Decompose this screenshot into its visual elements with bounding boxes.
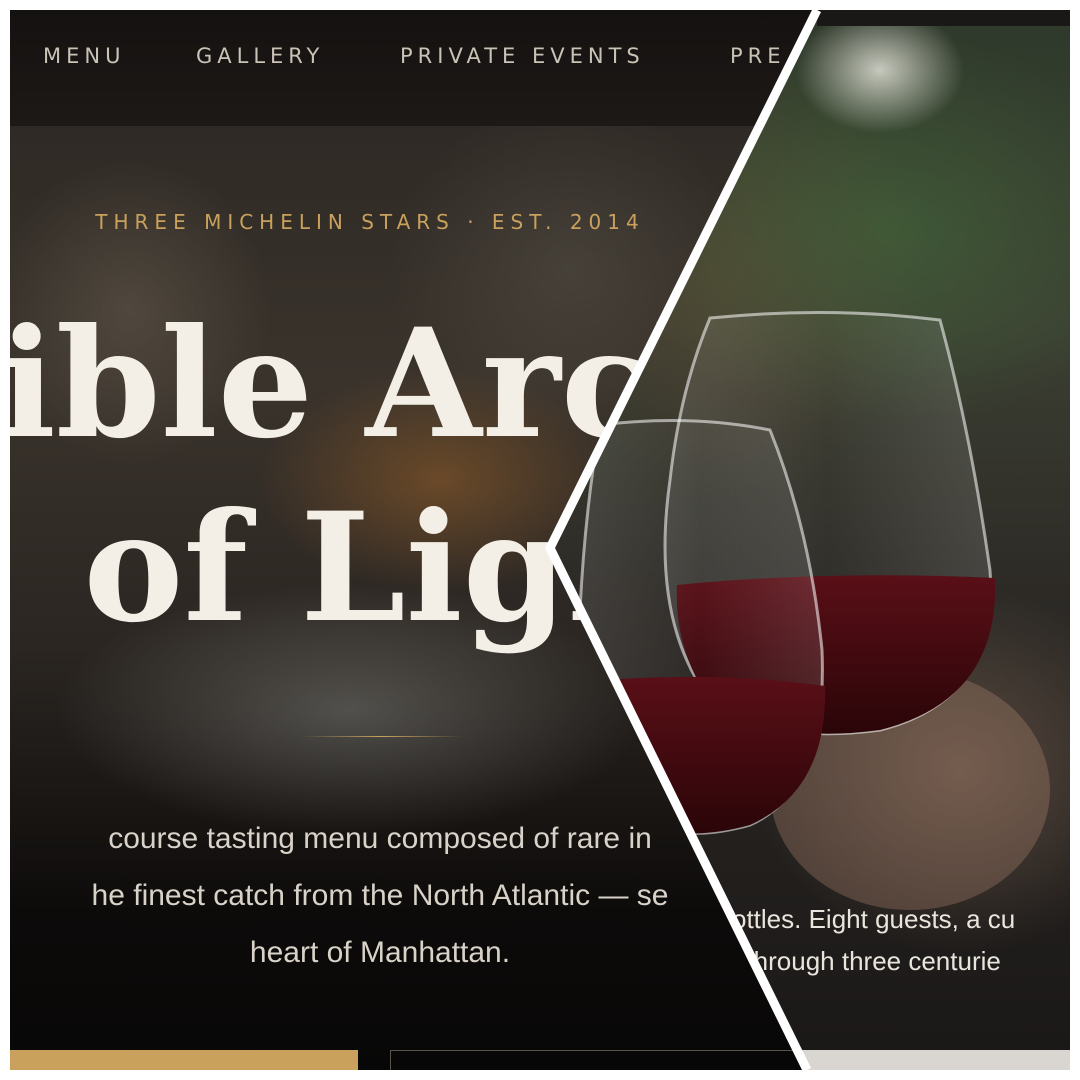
nav-item-private-events[interactable]: PRIVATE EVENTS: [400, 44, 645, 68]
description-line: heart of Manhattan.: [249, 936, 511, 969]
wine-description-line: t through three centurie: [732, 946, 1001, 976]
wine-description: ottles. Eight guests, a cu t through thr…: [732, 898, 1070, 982]
wine-description-line: ottles. Eight guests, a cu: [732, 904, 1016, 934]
wine-panel-bottombar: [800, 1050, 1070, 1070]
hero-eyebrow: THREE MICHELIN STARS · EST. 2014: [95, 210, 645, 234]
nav-item-gallery[interactable]: GALLERY: [196, 44, 324, 68]
gold-divider: [302, 736, 462, 737]
nav-item-press[interactable]: PRE: [730, 44, 786, 68]
secondary-cta-button[interactable]: [390, 1050, 810, 1070]
nav-item-menu[interactable]: MENU: [43, 44, 125, 68]
primary-cta-button[interactable]: [10, 1050, 358, 1070]
